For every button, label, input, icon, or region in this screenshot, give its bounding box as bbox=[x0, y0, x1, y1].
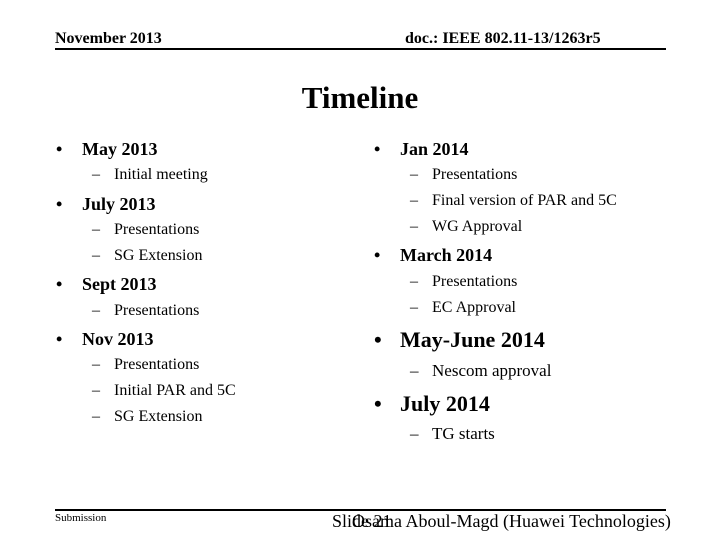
sub-item-label: SG Extension bbox=[114, 247, 203, 264]
dash-icon: – bbox=[92, 382, 100, 399]
sub-item: – Presentations bbox=[410, 166, 518, 184]
sub-item-label: Presentations bbox=[114, 221, 200, 238]
bullet-icon: • bbox=[56, 329, 63, 349]
sub-item-label: Initial meeting bbox=[114, 166, 208, 183]
bullet-may-june-2014: • May-June 2014 bbox=[374, 327, 545, 353]
bullet-may-2013: • May 2013 bbox=[56, 139, 158, 160]
sub-item: – SG Extension bbox=[92, 247, 203, 265]
bullet-label: March 2014 bbox=[400, 245, 493, 265]
bullet-label: May-June 2014 bbox=[400, 327, 545, 352]
sub-item: – WG Approval bbox=[410, 218, 523, 236]
sub-item: – Presentations bbox=[92, 221, 200, 239]
sub-item: – EC Approval bbox=[410, 299, 516, 317]
dash-icon: – bbox=[410, 166, 418, 183]
sub-item: – Nescom approval bbox=[410, 361, 552, 381]
header-doc-id: doc.: IEEE 802.11-13/1263r5 bbox=[405, 30, 601, 47]
bullet-icon: • bbox=[56, 139, 63, 159]
bullet-march-2014: • March 2014 bbox=[374, 245, 493, 266]
sub-item: – Final version of PAR and 5C bbox=[410, 192, 617, 210]
header-divider bbox=[55, 48, 666, 50]
dash-icon: – bbox=[410, 273, 418, 290]
bullet-icon: • bbox=[374, 327, 382, 352]
header-date: November 2013 bbox=[55, 30, 162, 47]
bullet-icon: • bbox=[56, 194, 63, 214]
sub-item: – SG Extension bbox=[92, 408, 203, 426]
sub-item-label: Initial PAR and 5C bbox=[114, 382, 236, 399]
bullet-july-2013: • July 2013 bbox=[56, 194, 156, 215]
bullet-icon: • bbox=[374, 139, 381, 159]
dash-icon: – bbox=[410, 424, 419, 443]
bullet-icon: • bbox=[56, 274, 63, 294]
footer-submission: Submission bbox=[55, 512, 107, 524]
bullet-label: July 2014 bbox=[400, 391, 490, 416]
dash-icon: – bbox=[92, 408, 100, 425]
bullet-label: July 2013 bbox=[82, 194, 156, 214]
bullet-label: May 2013 bbox=[82, 139, 158, 159]
sub-item: – Initial meeting bbox=[92, 166, 208, 184]
dash-icon: – bbox=[92, 247, 100, 264]
dash-icon: – bbox=[92, 221, 100, 238]
dash-icon: – bbox=[92, 302, 100, 319]
bullet-label: Jan 2014 bbox=[400, 139, 469, 159]
sub-item-label: Presentations bbox=[432, 166, 518, 183]
sub-item-label: EC Approval bbox=[432, 299, 516, 316]
slide-title: Timeline bbox=[301, 80, 419, 115]
sub-item: – Presentations bbox=[92, 302, 200, 320]
bullet-icon: • bbox=[374, 391, 382, 416]
sub-item-label: TG starts bbox=[432, 424, 495, 443]
dash-icon: – bbox=[410, 299, 418, 316]
sub-item-label: Presentations bbox=[114, 302, 200, 319]
bullet-label: Sept 2013 bbox=[82, 274, 157, 294]
sub-item: – Presentations bbox=[92, 356, 200, 374]
sub-item-label: Presentations bbox=[114, 356, 200, 373]
sub-item-label: SG Extension bbox=[114, 408, 203, 425]
dash-icon: – bbox=[92, 356, 100, 373]
sub-item: – Initial PAR and 5C bbox=[92, 382, 236, 400]
bullet-july-2014: • July 2014 bbox=[374, 391, 490, 417]
dash-icon: – bbox=[410, 361, 419, 380]
bullet-nov-2013: • Nov 2013 bbox=[56, 329, 154, 350]
bullet-icon: • bbox=[374, 245, 381, 265]
dash-icon: – bbox=[410, 192, 418, 209]
sub-item-label: Final version of PAR and 5C bbox=[432, 192, 617, 209]
footer-author: Osama Aboul-Magd (Huawei Technologies) bbox=[352, 511, 671, 531]
dash-icon: – bbox=[410, 218, 418, 235]
sub-item-label: WG Approval bbox=[432, 218, 523, 235]
sub-item-label: Nescom approval bbox=[432, 361, 552, 380]
sub-item: – TG starts bbox=[410, 424, 495, 444]
bullet-sept-2013: • Sept 2013 bbox=[56, 274, 157, 295]
bullet-jan-2014: • Jan 2014 bbox=[374, 139, 469, 160]
dash-icon: – bbox=[92, 166, 100, 183]
bullet-label: Nov 2013 bbox=[82, 329, 154, 349]
sub-item: – Presentations bbox=[410, 273, 518, 291]
sub-item-label: Presentations bbox=[432, 273, 518, 290]
